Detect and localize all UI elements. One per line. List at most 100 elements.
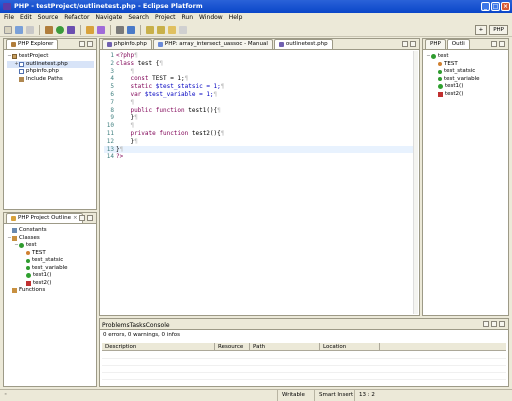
view-toolbar	[491, 41, 505, 47]
debug-icon[interactable]	[67, 25, 75, 34]
menu-project[interactable]: Project	[155, 13, 176, 23]
annotation-prev-icon[interactable]	[157, 25, 165, 34]
column-header-location[interactable]: Location	[320, 343, 380, 350]
maximize-view-icon[interactable]	[87, 215, 93, 221]
menu-navigate[interactable]: Navigate	[95, 13, 122, 23]
maximize-view-icon[interactable]	[499, 41, 505, 47]
tab-problems[interactable]: Problems	[102, 322, 130, 329]
close-button[interactable]: ×	[501, 2, 510, 11]
run-last-icon[interactable]	[116, 25, 124, 34]
tree-item[interactable]: test1()	[426, 83, 506, 91]
minimize-view-icon[interactable]	[79, 215, 85, 221]
tree-item[interactable]: test1()	[7, 272, 94, 280]
menu-file[interactable]: File	[4, 13, 14, 23]
tree-item[interactable]: Include Paths	[7, 76, 94, 84]
code-editor[interactable]: 1 <?php ¶ 2 class test {¶ 3 ¶ 4 const TEST = 1…	[104, 52, 413, 161]
tab-php-explorer[interactable]: PHP Explorer	[6, 39, 59, 49]
print-icon[interactable]	[26, 25, 34, 34]
search-icon[interactable]	[127, 25, 135, 34]
tree-item[interactable]: + outlinetest.php	[7, 60, 94, 68]
menu-refactor[interactable]: Refactor	[64, 13, 89, 23]
tree-item[interactable]: − test	[7, 242, 94, 250]
tab-label: Tasks	[129, 322, 146, 329]
tree-item-label: test	[26, 242, 37, 248]
code-line[interactable]: 14 ?>	[104, 153, 413, 161]
open-type-icon[interactable]	[86, 25, 94, 34]
menu-run[interactable]: Run	[182, 13, 194, 23]
code-line[interactable]: 10 ¶	[104, 122, 413, 130]
tree-item[interactable]: test_variable	[426, 76, 506, 84]
code-line[interactable]: 13} ¶	[104, 145, 413, 154]
code-line[interactable]: 3 ¶	[104, 68, 413, 76]
tree-item[interactable]: test2()	[426, 91, 506, 99]
column-header-resource[interactable]: Resource	[215, 343, 250, 350]
tab-console[interactable]: Console	[146, 322, 170, 329]
menu-help[interactable]: Help	[229, 13, 243, 23]
back-icon[interactable]	[168, 25, 176, 34]
tab-tasks[interactable]: Tasks	[130, 322, 146, 329]
maximize-button[interactable]: □	[491, 2, 500, 11]
outline-tab[interactable]: Outli	[446, 39, 470, 49]
new-icon[interactable]	[4, 25, 12, 34]
save-icon[interactable]	[15, 25, 23, 34]
tree-item[interactable]: test2()	[7, 280, 94, 288]
tree-item[interactable]: TEST	[426, 61, 506, 69]
link-editor-icon[interactable]	[87, 41, 93, 47]
annotation-next-icon[interactable]	[146, 25, 154, 34]
tab-label: Console	[145, 322, 170, 329]
new-php-project-icon[interactable]	[45, 25, 53, 34]
tree-item[interactable]: test_statsic	[426, 68, 506, 76]
run-icon[interactable]	[56, 25, 64, 34]
functions-icon	[12, 288, 17, 294]
fast-view-icon[interactable]: ◦	[0, 390, 10, 401]
close-tab-icon[interactable]: ×	[73, 214, 78, 223]
editor-tab[interactable]: phpinfo.php	[102, 39, 152, 49]
code-line[interactable]: 9 } ¶	[104, 114, 413, 122]
constant-icon	[438, 62, 442, 67]
minimize-view-icon[interactable]	[491, 41, 497, 47]
tree-item[interactable]: TEST	[7, 250, 94, 258]
tree-item[interactable]: Functions	[7, 287, 94, 295]
outline-tab[interactable]: PHP	[425, 39, 446, 49]
tab-php-project-outline[interactable]: PHP Project Outline ×	[6, 213, 83, 223]
editor-overview-ruler[interactable]	[413, 51, 418, 314]
code-line[interactable]: 1 <?php ¶	[104, 52, 413, 60]
menu-window[interactable]: Window	[199, 13, 223, 23]
code-line[interactable]: 8 public function test1(){¶	[104, 107, 413, 115]
code-line[interactable]: 2 class test {¶	[104, 60, 413, 68]
code-line[interactable]: 12 } ¶	[104, 138, 413, 146]
code-line[interactable]: 7 ¶	[104, 99, 413, 107]
menu-search[interactable]: Search	[128, 13, 149, 23]
tree-item[interactable]: test_variable	[7, 265, 94, 273]
tree-item[interactable]: − Classes	[7, 235, 94, 243]
maximize-view-icon[interactable]	[499, 321, 505, 327]
minimize-button[interactable]: _	[481, 2, 490, 11]
column-header-path[interactable]: Path	[250, 343, 320, 350]
status-cursor-position: 13 : 2	[354, 390, 375, 401]
code-line[interactable]: 4 const TEST = 1; ¶	[104, 75, 413, 83]
tree-item[interactable]: Constants	[7, 227, 94, 235]
minimize-view-icon[interactable]	[491, 321, 497, 327]
editor-tab[interactable]: PHP: array_intersect_uassoc - Manual	[152, 39, 273, 49]
code-line[interactable]: 6 var $test_variable = 1; ¶	[104, 91, 413, 99]
maximize-view-icon[interactable]	[410, 41, 416, 47]
collapse-all-icon[interactable]	[79, 41, 85, 47]
minimize-view-icon[interactable]	[402, 41, 408, 47]
menu-edit[interactable]: Edit	[20, 13, 32, 23]
perspective-php-button[interactable]: PHP	[489, 25, 508, 35]
filter-icon[interactable]	[483, 321, 489, 327]
open-perspective-button[interactable]: +	[474, 25, 488, 35]
tree-item[interactable]: test_statsic	[7, 257, 94, 265]
menu-source[interactable]: Source	[38, 13, 59, 23]
problems-table-header: Description Resource Path Location	[102, 343, 506, 351]
editor-tab[interactable]: outlinetest.php	[273, 39, 333, 49]
tree-item[interactable]: phpinfo.php	[7, 68, 94, 76]
code-line[interactable]: 11 private function test2(){¶	[104, 130, 413, 138]
php-wizard-icon[interactable]	[97, 25, 105, 34]
column-header-description[interactable]: Description	[102, 343, 215, 350]
tree-item[interactable]: − test	[426, 53, 506, 61]
code-line[interactable]: 5 static $test_statsic = 1; ¶	[104, 83, 413, 91]
tree-item[interactable]: − testProject	[7, 53, 94, 61]
forward-icon[interactable]	[179, 25, 187, 34]
